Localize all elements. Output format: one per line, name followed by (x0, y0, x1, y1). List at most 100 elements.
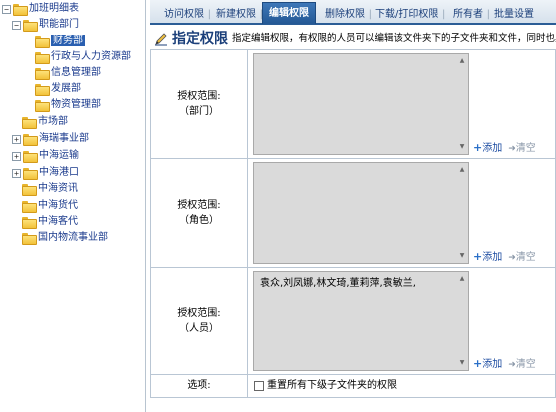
scope-type-text: （部门） (179, 106, 219, 117)
plus-icon: + (473, 250, 483, 263)
tree-node[interactable]: 中海客代 (22, 215, 78, 229)
tree-node-label[interactable]: 国内物流事业部 (38, 232, 108, 243)
scroll-up-arrow-icon[interactable]: ▲ (458, 58, 466, 64)
clear-label: 清空 (515, 143, 536, 154)
clear-user-button[interactable]: ➜清空 (508, 359, 536, 370)
user-scope-label: 授权范围: （人员） (151, 268, 248, 374)
role-scope-row: 授权范围: （角色） ▲ ▼ +添加 ➜清空 (150, 159, 556, 268)
folder-icon (23, 151, 38, 163)
tree-node[interactable]: 发展部 (35, 82, 81, 96)
scrollbar[interactable]: ▲ ▼ (458, 274, 466, 368)
tree-node[interactable]: 中海资讯 (22, 182, 78, 196)
collapse-toggle-icon[interactable]: − (12, 20, 21, 30)
tree-node-label[interactable]: 发展部 (51, 83, 81, 94)
folder-icon (23, 134, 38, 146)
add-label: 添加 (482, 143, 503, 154)
section-header: 指定权限 指定编辑权限，有权限的人员可以编辑该文件夹下的子文件夹和文件，同时也具有… (150, 29, 556, 49)
folder-icon (22, 117, 37, 129)
folder-icon (35, 84, 50, 96)
tab-delete[interactable]: 删除权限 (325, 6, 372, 24)
tab-create[interactable]: 新建权限 (216, 6, 263, 24)
folder-icon (13, 4, 28, 16)
tree-node[interactable]: − 职能部门 (12, 18, 79, 32)
tree-node[interactable]: 物资管理部 (35, 98, 101, 112)
add-user-button[interactable]: +添加 (473, 357, 503, 370)
folder-icon (23, 168, 38, 180)
tree-node-selected[interactable]: 财务部 (35, 34, 85, 48)
tab-owner[interactable]: 所有者 (453, 6, 490, 24)
expand-toggle-icon[interactable]: + (12, 134, 21, 144)
tree-node[interactable]: + 中海运输 (12, 149, 79, 163)
folder-icon (22, 201, 37, 213)
add-department-button[interactable]: +添加 (473, 141, 503, 154)
reset-subfolder-permissions-checkbox[interactable] (254, 381, 264, 391)
user-list-box[interactable]: 袁众,刘凤娜,林文琦,董莉萍,袁敏兰, ▲ ▼ (253, 271, 469, 371)
tree-node-label[interactable]: 物资管理部 (51, 99, 101, 110)
tree-node[interactable]: 市场部 (22, 115, 68, 129)
folder-icon (22, 217, 37, 229)
scroll-up-arrow-icon[interactable]: ▲ (458, 167, 466, 173)
add-role-button[interactable]: +添加 (473, 250, 503, 263)
tree-node[interactable]: + 中海港口 (12, 166, 79, 180)
department-scope-row: 授权范围: （部门） ▲ ▼ +添加 ➜清空 (150, 49, 556, 159)
collapse-toggle-icon[interactable]: − (2, 4, 11, 14)
tab-download-print[interactable]: 下载/打印权限 (375, 6, 446, 24)
folder-tree: − 加班明细表 − 职能部门 财务部 行政与人力资源部 信息管理部 发展部 物资管理… (0, 0, 146, 412)
tree-node-label[interactable]: 财务部 (51, 35, 85, 46)
tree-node[interactable]: 行政与人力资源部 (35, 50, 131, 64)
tab-access[interactable]: 访问权限 (164, 6, 211, 24)
plus-icon: + (473, 357, 483, 370)
scrollbar[interactable]: ▲ ▼ (458, 56, 466, 152)
tree-node-label[interactable]: 行政与人力资源部 (51, 51, 131, 62)
add-label: 添加 (482, 359, 503, 370)
tree-node-label[interactable]: 中海运输 (39, 150, 79, 161)
clear-role-button[interactable]: ➜清空 (508, 252, 536, 263)
role-list-box[interactable]: ▲ ▼ (253, 162, 469, 264)
edit-pen-icon (155, 33, 167, 46)
folder-icon (35, 52, 50, 64)
tree-node[interactable]: + 海瑞事业部 (12, 132, 89, 146)
expand-toggle-icon[interactable]: + (12, 151, 21, 161)
tree-node-label[interactable]: 中海资讯 (38, 183, 78, 194)
plus-icon: + (473, 141, 483, 154)
scope-type-text: （人员） (179, 323, 219, 334)
scroll-down-arrow-icon[interactable]: ▼ (458, 360, 466, 366)
user-scope-row: 授权范围: （人员） 袁众,刘凤娜,林文琦,董莉萍,袁敏兰, ▲ ▼ +添加 ➜清空 (150, 268, 556, 375)
scroll-up-arrow-icon[interactable]: ▲ (458, 276, 466, 282)
clear-department-button[interactable]: ➜清空 (508, 143, 536, 154)
tab-batch-settings[interactable]: 批量设置 (494, 6, 534, 24)
tree-node[interactable]: 信息管理部 (35, 66, 101, 80)
permission-tabs: 访问权限 新建权限 编辑权限 删除权限 下载/打印权限 所有者 批量设置 (150, 0, 556, 25)
folder-icon (35, 36, 50, 48)
tree-node-label[interactable]: 海瑞事业部 (39, 133, 89, 144)
tree-node-label[interactable]: 加班明细表 (29, 3, 79, 14)
tree-node-label[interactable]: 市场部 (38, 116, 68, 127)
department-list-box[interactable]: ▲ ▼ (253, 53, 469, 155)
folder-icon (35, 68, 50, 80)
tree-node-label[interactable]: 中海港口 (39, 167, 79, 178)
tab-edit[interactable]: 编辑权限 (262, 2, 316, 24)
page-description: 指定编辑权限，有权限的人员可以编辑该文件夹下的子文件夹和文件，同时也具有Off (232, 33, 556, 44)
scroll-down-arrow-icon[interactable]: ▼ (458, 253, 466, 259)
department-scope-label: 授权范围: （部门） (151, 50, 248, 158)
reset-subfolder-permissions-label[interactable]: 重置所有下级子文件夹的权限 (267, 375, 397, 397)
scope-label-text: 授权范围: (177, 91, 221, 102)
clear-icon: ➜ (508, 144, 516, 154)
tree-node-label[interactable]: 中海客代 (38, 216, 78, 227)
folder-icon (22, 233, 37, 245)
scope-type-text: （角色） (179, 215, 219, 226)
folder-icon (35, 100, 50, 112)
tree-node[interactable]: 国内物流事业部 (22, 231, 108, 245)
tree-node-label[interactable]: 中海货代 (38, 200, 78, 211)
tree-node[interactable]: 中海货代 (22, 199, 78, 213)
scope-label-text: 授权范围: (177, 308, 221, 319)
scroll-down-arrow-icon[interactable]: ▼ (458, 144, 466, 150)
add-label: 添加 (482, 252, 503, 263)
user-list-value: 袁众,刘凤娜,林文琦,董莉萍,袁敏兰, (260, 278, 416, 289)
scrollbar[interactable]: ▲ ▼ (458, 165, 466, 261)
clear-icon: ➜ (508, 253, 516, 263)
tree-node[interactable]: − 加班明细表 (2, 2, 79, 16)
expand-toggle-icon[interactable]: + (12, 168, 21, 178)
tree-node-label[interactable]: 职能部门 (39, 19, 79, 30)
tree-node-label[interactable]: 信息管理部 (51, 67, 101, 78)
